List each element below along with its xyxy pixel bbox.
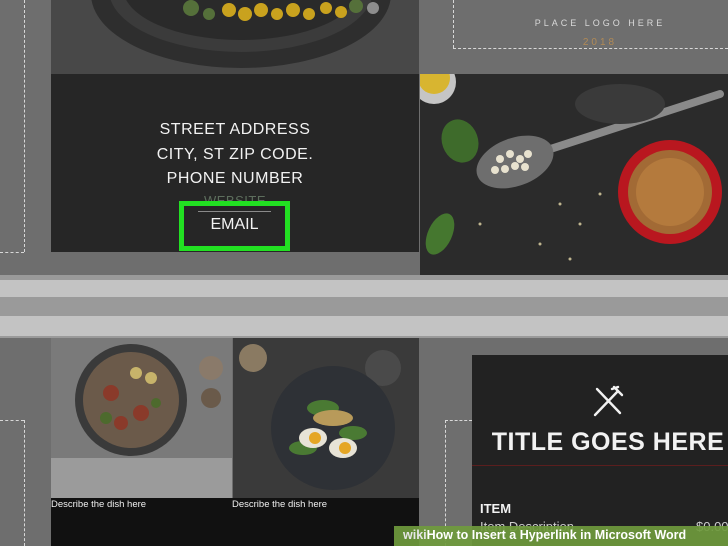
spices-photo-art <box>420 74 728 275</box>
email-top-rule <box>198 211 271 212</box>
phone-number[interactable]: PHONE NUMBER <box>51 170 419 188</box>
spices-photo[interactable] <box>420 74 728 275</box>
wikihow-logo-part1: wiki <box>403 528 427 542</box>
email-highlight-box[interactable]: EMAIL <box>179 201 290 251</box>
fig-salad-photo-art <box>51 338 232 498</box>
city-state-zip[interactable]: CITY, ST ZIP CODE. <box>51 146 419 164</box>
page-gap-stripe <box>0 316 728 336</box>
menu-card[interactable]: TITLE GOES HERE ITEM Item Description $0… <box>472 355 728 546</box>
margin-guide <box>0 420 24 421</box>
logo-placeholder-text[interactable]: PLACE LOGO HERE <box>520 18 680 28</box>
margin-guide <box>24 0 25 252</box>
wikihow-logo-part2: How <box>426 528 454 542</box>
egg-salad-photo-art <box>233 338 419 498</box>
wikihow-banner-text: wikiHow to Insert a Hyperlink in Microso… <box>403 528 686 542</box>
logo-box-guide <box>453 48 728 49</box>
menu-item-header[interactable]: ITEM <box>480 501 511 516</box>
margin-guide <box>0 252 24 253</box>
dish-caption-2[interactable]: Describe the dish here <box>232 499 327 510</box>
dish-caption-1[interactable]: Describe the dish here <box>51 499 146 510</box>
fig-salad-photo[interactable] <box>51 338 232 498</box>
wikihow-article-title: to Insert a Hyperlink in Microsoft Word <box>453 528 687 542</box>
fork-knife-icon <box>593 385 624 417</box>
page-gap-stripe <box>0 280 728 297</box>
margin-guide <box>24 420 25 546</box>
margin-guide <box>445 420 472 421</box>
email-text[interactable]: EMAIL <box>184 216 285 234</box>
logo-est-year: 2018 <box>582 37 618 48</box>
egg-salad-photo[interactable] <box>233 338 419 498</box>
menu-title[interactable]: TITLE GOES HERE <box>472 428 728 457</box>
bowl-photo[interactable] <box>51 0 419 74</box>
street-address[interactable]: STREET ADDRESS <box>51 121 419 139</box>
bowl-photo-art <box>51 0 419 74</box>
menu-divider <box>472 465 728 466</box>
logo-box-guide <box>453 0 454 48</box>
